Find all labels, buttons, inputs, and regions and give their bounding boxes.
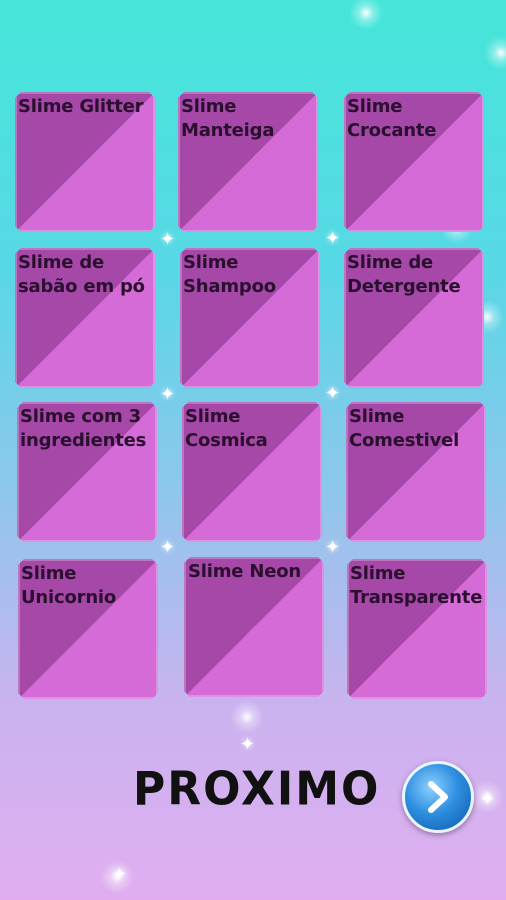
next-label[interactable]: PROXIMO: [133, 763, 378, 817]
tile-label: Slime de sabão em pó: [18, 252, 145, 297]
tile-label: Slime Shampoo: [183, 252, 276, 297]
tile-slime-manteiga[interactable]: Slime Manteiga: [178, 92, 318, 232]
tile-slime-crocante[interactable]: Slime Crocante: [344, 92, 484, 232]
tile-label: Slime com 3 ingredientes: [20, 406, 147, 451]
tile-slime-sabao-em-po[interactable]: Slime de sabão em pó: [15, 248, 155, 388]
tile-slime-3-ingredientes[interactable]: Slime com 3 ingredientes: [17, 402, 157, 542]
tile-slime-cosmica[interactable]: Slime Cosmica: [182, 402, 322, 542]
glint-decoration: ✦: [480, 789, 496, 809]
glint-decoration: ✦: [112, 864, 128, 884]
tile-slime-shampoo[interactable]: Slime Shampoo: [180, 248, 320, 388]
glint-decoration: ✦: [160, 537, 176, 557]
glint-decoration: ✦: [325, 537, 341, 557]
tile-label: Slime Comestivel: [349, 406, 460, 451]
glint-decoration: ✦: [160, 384, 176, 404]
tile-slime-comestivel[interactable]: Slime Comestivel: [346, 402, 486, 542]
tile-slime-transparente[interactable]: Slime Transparente: [347, 559, 487, 699]
tile-label: Slime Crocante: [347, 96, 437, 141]
tile-label: Slime Unicornio: [21, 563, 117, 608]
sparkle-decoration: [349, 0, 383, 30]
glint-decoration: ✦: [240, 734, 256, 754]
next-button[interactable]: [402, 761, 474, 833]
tile-label: Slime Manteiga: [181, 96, 275, 141]
sparkle-decoration: [484, 36, 506, 70]
tile-slime-glitter[interactable]: Slime Glitter: [15, 92, 155, 232]
sparkle-decoration: [230, 700, 264, 734]
tile-label: Slime Cosmica: [185, 406, 268, 451]
tile-label: Slime Glitter: [18, 96, 144, 117]
tile-slime-detergente[interactable]: Slime de Detergente: [344, 248, 484, 388]
chevron-right-icon: [428, 781, 448, 813]
glint-decoration: ✦: [325, 228, 341, 248]
glint-decoration: ✦: [160, 229, 176, 249]
tile-label: Slime de Detergente: [347, 252, 461, 297]
glint-decoration: ✦: [325, 383, 341, 403]
tile-slime-unicornio[interactable]: Slime Unicornio: [18, 559, 158, 699]
tile-label: Slime Neon: [188, 561, 301, 582]
tile-label: Slime Transparente: [350, 563, 483, 608]
tile-slime-neon[interactable]: Slime Neon: [184, 557, 324, 697]
